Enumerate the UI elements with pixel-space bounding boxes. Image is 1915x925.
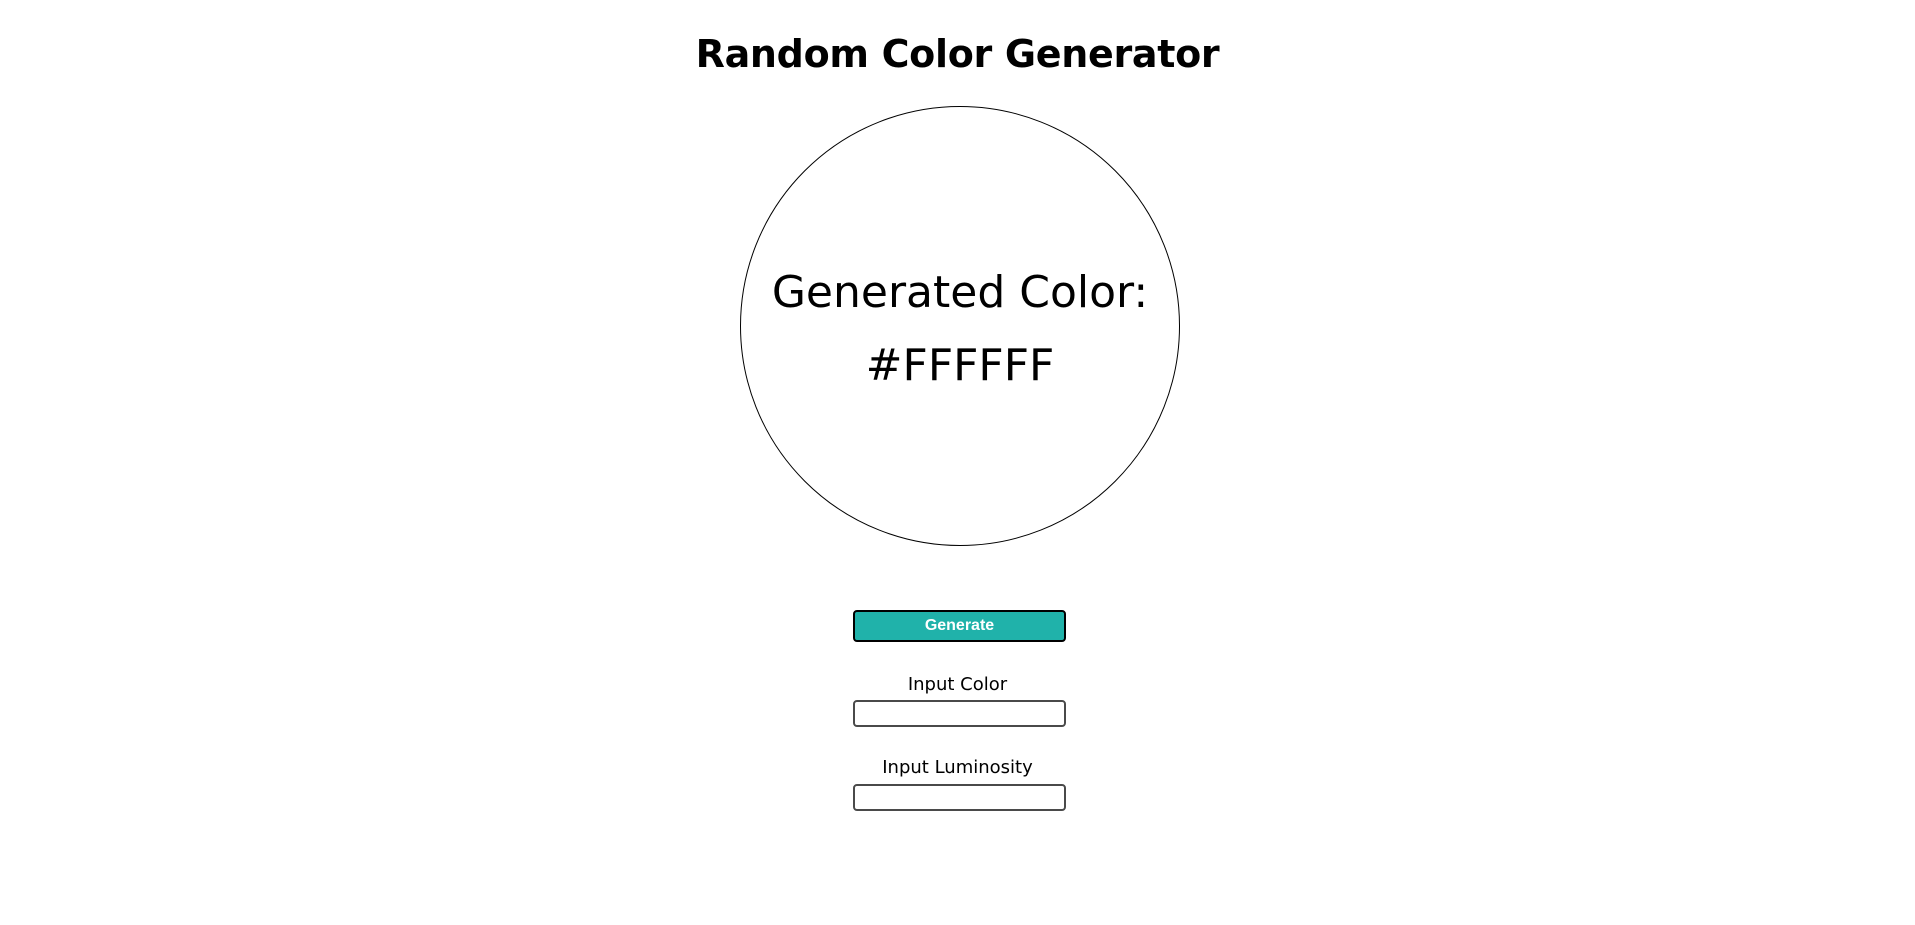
input-luminosity-label: Input Luminosity [882,757,1033,778]
page: Random Color Generator Generated Color: … [0,0,1915,925]
input-color-field[interactable] [853,700,1066,727]
input-luminosity-field[interactable] [853,784,1066,811]
page-title: Random Color Generator [695,32,1220,76]
generated-color-label: Generated Color: [771,267,1149,318]
generated-color-value: #FFFFFF [865,340,1055,391]
generate-button[interactable]: Generate [853,610,1066,642]
input-color-label: Input Color [907,674,1008,695]
color-preview-circle: Generated Color: #FFFFFF [740,106,1180,546]
